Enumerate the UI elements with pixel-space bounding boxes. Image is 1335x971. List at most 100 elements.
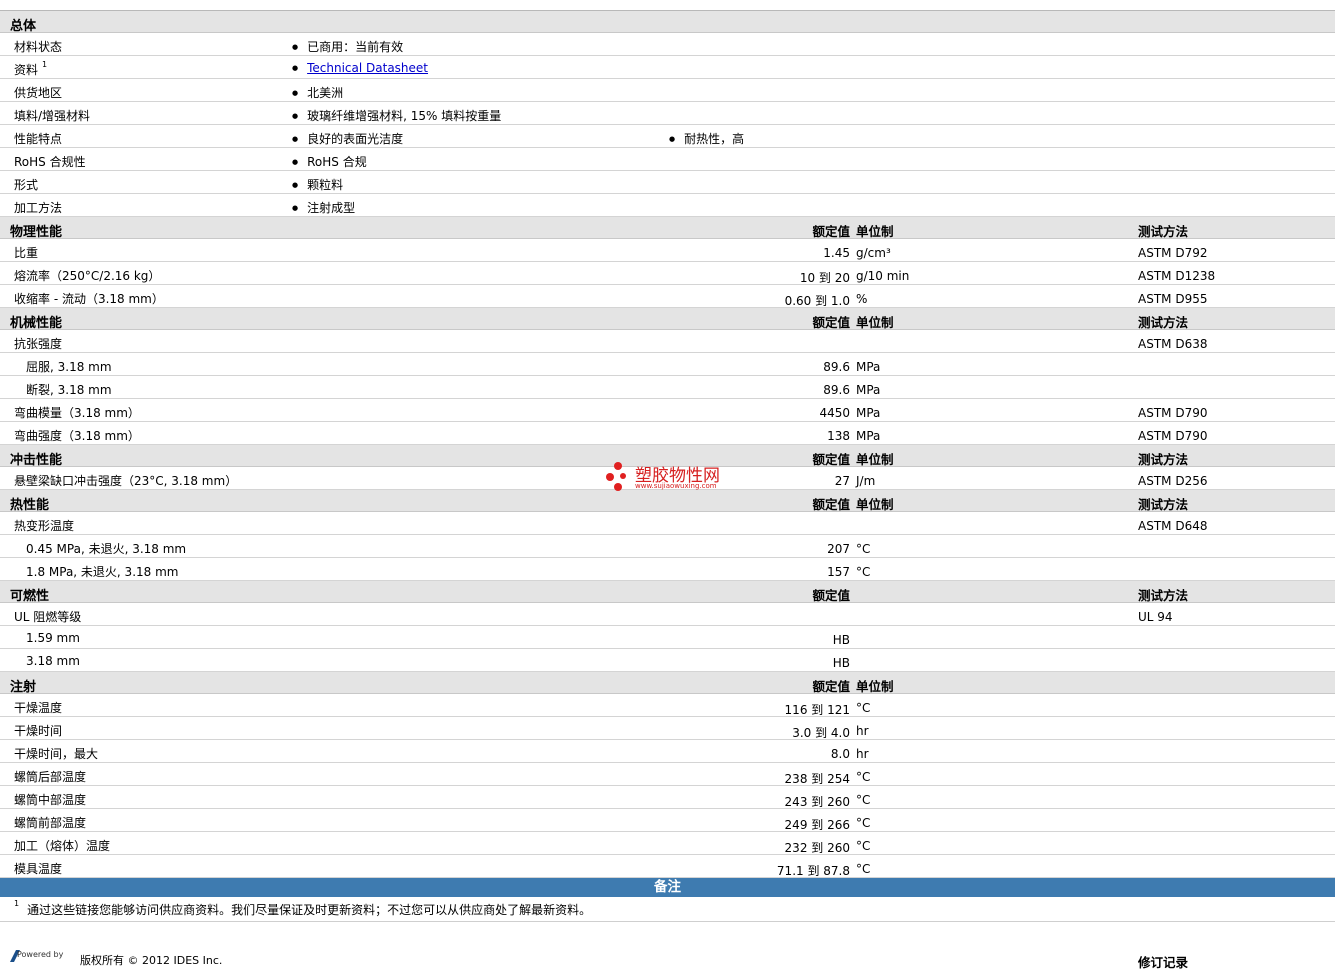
property-value: 27	[834, 474, 850, 488]
property-unit: °C	[856, 770, 871, 784]
general-row: RoHS 合规性 RoHS 合规	[0, 148, 1335, 171]
label-text: 填料/增强材料	[14, 109, 91, 123]
property-label: 热变形温度	[14, 519, 75, 533]
technical-datasheet-link[interactable]: Technical Datasheet	[307, 61, 428, 75]
column-header-test-method: 测试方法	[1138, 452, 1189, 467]
general-row-value: 颗粒料	[292, 176, 343, 193]
column-header-value: 额定值	[812, 588, 850, 603]
general-row: 供货地区 北美洲	[0, 79, 1335, 102]
property-unit: %	[856, 292, 868, 306]
property-test-method: ASTM D256	[1138, 474, 1208, 488]
property-value: 89.6	[823, 360, 850, 374]
general-row-label: 资料 1	[14, 60, 48, 78]
property-value: 238 到 254	[784, 772, 850, 786]
property-test-method: ASTM D792	[1138, 246, 1208, 260]
value-text: 颗粒料	[307, 178, 344, 192]
label-text: 形式	[14, 178, 39, 192]
value-text: 耐热性，高	[684, 132, 745, 146]
property-label: 弯曲强度（3.18 mm）	[14, 429, 140, 443]
value-text: 注射成型	[307, 201, 356, 215]
property-label: 1.59 mm	[26, 631, 80, 645]
property-unit: °C	[856, 565, 871, 579]
property-label: 干燥时间	[14, 724, 63, 738]
property-unit: J/m	[856, 474, 876, 488]
footnote-number: 1	[14, 899, 20, 908]
property-value: 243 到 260	[784, 795, 850, 809]
general-row: 材料状态 已商用：当前有效	[0, 33, 1335, 56]
property-label: 1.8 MPa, 未退火, 3.18 mm	[26, 565, 179, 579]
section-title: 可燃性	[10, 589, 50, 604]
column-header-test-method: 测试方法	[1138, 588, 1189, 603]
property-row: 干燥时间 3.0 到 4.0 hr	[0, 717, 1335, 740]
property-value: HB	[832, 633, 850, 647]
value-text: 已商用：当前有效	[307, 40, 404, 54]
property-test-method: UL 94	[1138, 610, 1173, 624]
property-test-method: ASTM D648	[1138, 519, 1208, 533]
watermark-dots-icon	[606, 462, 626, 491]
property-row: 干燥时间，最大 8.0 hr	[0, 740, 1335, 763]
property-row: 1.8 MPa, 未退火, 3.18 mm 157 °C	[0, 558, 1335, 581]
property-row: 螺筒中部温度 243 到 260 °C	[0, 786, 1335, 809]
watermark: 塑胶物性网 www.sujiaowuxing.com	[603, 460, 743, 494]
property-row: 弯曲模量（3.18 mm） 4450 MPa ASTM D790	[0, 399, 1335, 422]
general-row-value: 已商用：当前有效	[292, 38, 403, 55]
revision-history-link[interactable]: 修订记录	[1138, 952, 1188, 971]
section-title: 注射	[10, 680, 37, 695]
property-value: 8.0	[830, 747, 850, 761]
general-row-value: 良好的表面光洁度	[292, 130, 403, 147]
column-header-test-method: 测试方法	[1138, 224, 1189, 239]
property-unit: °C	[856, 542, 871, 556]
general-row-value: 北美洲	[292, 84, 343, 101]
value-text: 良好的表面光洁度	[307, 132, 404, 146]
general-row-label: RoHS 合规性	[14, 153, 86, 170]
label-text: RoHS 合规性	[14, 155, 86, 169]
section-header: 物理性能 额定值 单位制 测试方法	[0, 217, 1335, 240]
property-row: 熔流率（250°C/2.16 kg） 10 到 20 g/10 min ASTM D1…	[0, 262, 1335, 285]
general-row-value: Technical Datasheet	[292, 61, 428, 75]
property-unit: MPa	[856, 383, 881, 397]
property-test-method: ASTM D1238	[1138, 269, 1216, 283]
section-title: 物理性能	[10, 225, 63, 240]
column-header-value: 额定值	[812, 224, 850, 239]
property-unit: hr	[856, 724, 869, 738]
property-label: 悬壁梁缺口冲击强度（23°C, 3.18 mm）	[14, 474, 238, 488]
property-value: 4450	[819, 406, 850, 420]
value-text: 北美洲	[307, 86, 344, 100]
property-unit: g/10 min	[856, 269, 910, 283]
column-header-value: 额定值	[812, 497, 850, 512]
property-unit: °C	[856, 701, 871, 715]
property-row: 螺筒前部温度 249 到 266 °C	[0, 809, 1335, 832]
property-row: 螺筒后部温度 238 到 254 °C	[0, 763, 1335, 786]
property-value: 116 到 121	[784, 703, 850, 717]
property-label: 比重	[14, 246, 39, 260]
copyright-text: 版权所有 © 2012 IDES Inc.	[80, 954, 223, 967]
label-text: 性能特点	[14, 132, 63, 146]
column-header-value: 额定值	[812, 452, 850, 467]
property-unit: MPa	[856, 429, 881, 443]
property-row: 抗张强度 ASTM D638	[0, 330, 1335, 353]
general-row-label: 加工方法	[14, 199, 62, 216]
section-title: 机械性能	[10, 316, 63, 331]
column-header-test-method: 测试方法	[1138, 315, 1189, 330]
property-row: 热变形温度 ASTM D648	[0, 512, 1335, 535]
footnote-ref: 1	[42, 60, 48, 69]
powered-by-text: Powered by	[17, 950, 64, 959]
property-unit: MPa	[856, 406, 881, 420]
general-row-label: 供货地区	[14, 84, 62, 101]
value-text: 玻璃纤维增强材料, 15% 填料按重量	[307, 109, 502, 123]
property-test-method: ASTM D790	[1138, 429, 1208, 443]
footnote-text: 通过这些链接您能够访问供应商资料。我们尽量保证及时更新资料；不过您可以从供应商处…	[27, 903, 592, 917]
property-row: 收缩率 - 流动（3.18 mm） 0.60 到 1.0% ASTM D955	[0, 285, 1335, 308]
label-text: 资料	[14, 63, 39, 77]
label-text: 材料状态	[14, 40, 63, 54]
property-row: 比重 1.45 g/cm³ ASTM D792	[0, 239, 1335, 262]
general-row-value: RoHS 合规	[292, 153, 367, 170]
property-label: 螺筒后部温度	[14, 770, 87, 784]
property-unit: °C	[856, 839, 871, 853]
property-value: 0.60 到 1.0	[784, 294, 850, 308]
general-row-value: 玻璃纤维增强材料, 15% 填料按重量	[292, 107, 501, 124]
general-row-label: 性能特点	[14, 130, 62, 147]
property-label: 加工（熔体）温度	[14, 839, 111, 853]
property-unit: °C	[856, 793, 871, 807]
property-value: 249 到 266	[784, 818, 850, 832]
